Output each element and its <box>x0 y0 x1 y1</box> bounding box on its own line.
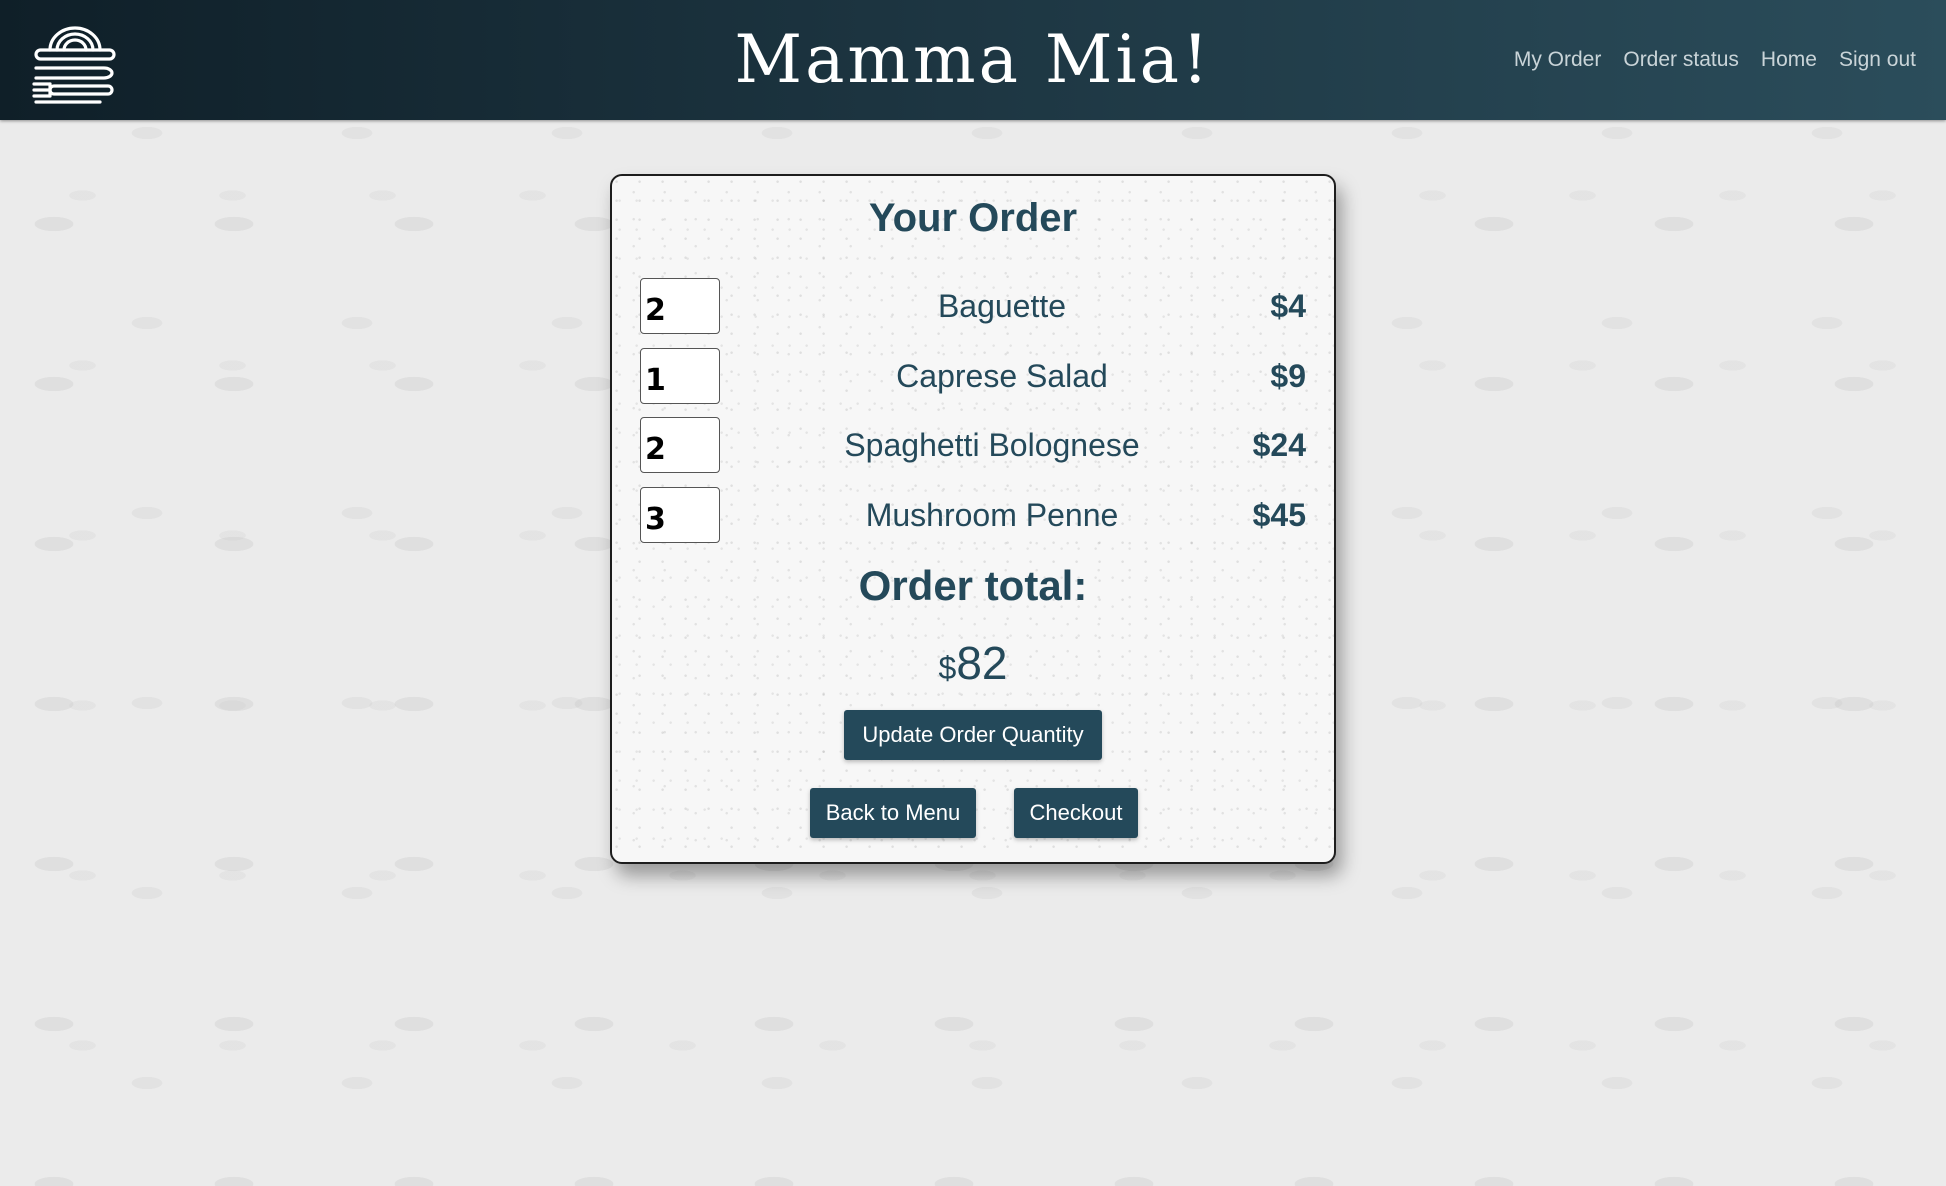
item-price: $4 <box>1270 288 1306 324</box>
item-name: Baguette <box>937 288 1067 324</box>
item-price: $24 <box>1252 427 1306 463</box>
quantity-input[interactable] <box>640 278 720 334</box>
quantity-input[interactable] <box>640 487 720 543</box>
item-price: $9 <box>1270 358 1306 394</box>
quantity-input[interactable] <box>640 417 720 473</box>
order-total-label: Order total: <box>858 562 1088 609</box>
quantity-input[interactable] <box>640 348 720 404</box>
back-to-menu-button[interactable]: Back to Menu <box>810 788 976 838</box>
main-nav: My Order Order status Home Sign out <box>1514 0 1916 120</box>
item-name: Mushroom Penne <box>865 497 1119 533</box>
nav-home[interactable]: Home <box>1761 48 1817 72</box>
order-item-row: Spaghetti Bolognese $24 <box>612 417 1334 473</box>
update-order-quantity-button[interactable]: Update Order Quantity <box>844 710 1102 760</box>
total-amount: 82 <box>956 637 1008 689</box>
checkout-button[interactable]: Checkout <box>1014 788 1138 838</box>
nav-my-order[interactable]: My Order <box>1514 48 1602 72</box>
order-item-row: Caprese Salad $9 <box>612 348 1334 404</box>
total-currency: $ <box>938 650 957 686</box>
item-price: $45 <box>1252 497 1306 533</box>
item-name: Caprese Salad <box>896 358 1108 394</box>
nav-sign-out[interactable]: Sign out <box>1839 48 1916 72</box>
nav-order-status[interactable]: Order status <box>1623 48 1739 72</box>
order-heading: Your Order <box>868 196 1078 240</box>
site-header: Mamma Mia! My Order Order status Home Si… <box>0 0 1946 120</box>
item-name: Spaghetti Bolognese <box>844 427 1140 463</box>
order-item-row: Baguette $4 <box>612 278 1334 334</box>
order-total-value: $82 <box>612 636 1334 690</box>
order-item-row: Mushroom Penne $45 <box>612 487 1334 543</box>
order-card: Your Order Baguette $4 Caprese Salad $9 … <box>610 174 1336 864</box>
